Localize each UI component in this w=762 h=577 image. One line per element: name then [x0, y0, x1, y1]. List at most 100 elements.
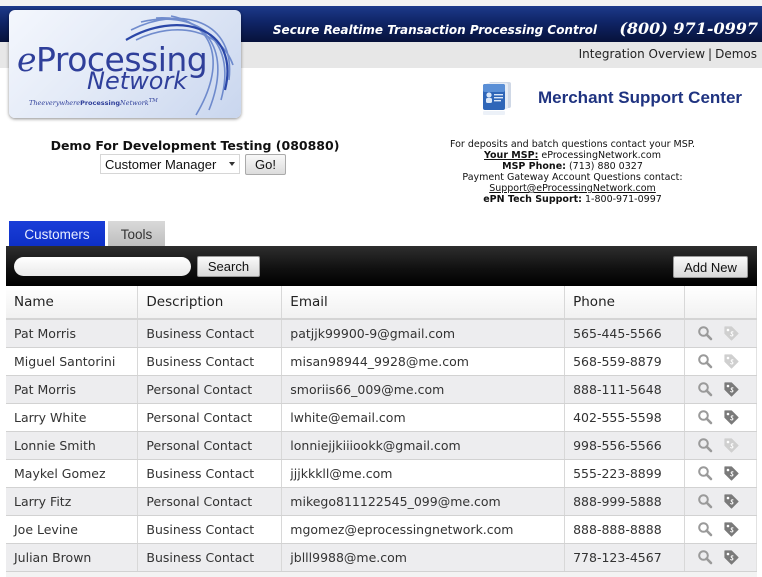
cell-name: Julian Brown	[6, 543, 139, 572]
contact-info: For deposits and batch questions contact…	[405, 139, 740, 205]
table-row[interactable]: Joe Levine Business Contact mgomez@eproces…	[6, 515, 757, 544]
column-header-name[interactable]: Name	[6, 286, 139, 320]
price-tag-icon[interactable]	[723, 353, 739, 369]
view-magnifier-icon[interactable]	[697, 353, 713, 369]
chevron-down-icon	[229, 162, 235, 166]
table-row[interactable]: Larry Fitz Personal Contact mikego81112254…	[6, 487, 757, 516]
logo-line2: Network	[87, 67, 188, 95]
msp-phone-label: MSP Phone:	[502, 161, 566, 172]
table-row[interactable]: Miguel Santorini Business Contact misan989…	[6, 347, 757, 376]
cell-phone: 888-888-8888	[564, 515, 686, 544]
tech-support-label: ePN Tech Support:	[483, 194, 582, 205]
cell-name: Joe Levine	[6, 515, 139, 544]
price-tag-icon[interactable]	[723, 521, 739, 537]
customers-table: Name Description Email Phone Pat Morris B…	[6, 286, 757, 572]
column-header-actions	[684, 286, 757, 320]
row-actions	[693, 521, 756, 537]
cell-phone: 402-555-5598	[564, 403, 686, 432]
cell-actions	[684, 403, 757, 432]
cell-actions	[684, 459, 757, 488]
column-header-description[interactable]: Description	[137, 286, 283, 320]
cell-phone: 565-445-5566	[564, 319, 686, 348]
cell-phone: 998-556-5566	[564, 431, 686, 460]
view-magnifier-icon[interactable]	[697, 325, 713, 341]
demos-link[interactable]: Demos	[715, 47, 757, 61]
cell-actions	[684, 347, 757, 376]
price-tag-icon[interactable]	[723, 325, 739, 341]
cell-phone: 778-123-4567	[564, 543, 686, 572]
cell-email: lwhite@email.com	[281, 403, 566, 432]
view-magnifier-icon[interactable]	[697, 521, 713, 537]
price-tag-icon[interactable]	[723, 409, 739, 425]
contact-line1: For deposits and batch questions contact…	[449, 139, 696, 150]
cell-email: lonniejjkiiiookk@gmail.com	[281, 431, 566, 460]
table-row[interactable]: Lonnie Smith Personal Contact lonniejjkiii…	[6, 431, 757, 460]
table-row[interactable]: Pat Morris Personal Contact smoriis66_009@…	[6, 375, 757, 404]
cell-phone: 888-111-5648	[564, 375, 686, 404]
view-magnifier-icon[interactable]	[697, 381, 713, 397]
column-header-email[interactable]: Email	[281, 286, 566, 320]
table-row[interactable]: Pat Morris Business Contact patjjk99900-9@…	[6, 319, 757, 348]
msp-phone-value: (713) 880 0327	[568, 161, 643, 172]
cell-email: jblll9988@me.com	[281, 543, 566, 572]
add-new-button[interactable]: Add New	[673, 256, 748, 278]
merchant-support-center-title: Merchant Support Center	[538, 88, 743, 107]
search-button[interactable]: Search	[197, 256, 260, 277]
row-actions	[693, 549, 756, 565]
cell-email: patjjk99900-9@gmail.com	[281, 319, 566, 348]
logo-slogan: TheeverywhereProcessingNetworkTM	[29, 98, 158, 108]
table-header-row: Name Description Email Phone	[6, 286, 757, 320]
view-magnifier-icon[interactable]	[697, 409, 713, 425]
price-tag-icon[interactable]	[723, 493, 739, 509]
cell-description: Business Contact	[137, 515, 283, 544]
module-select-value: Customer Manager	[105, 156, 217, 172]
eprocessing-network-logo[interactable]: eProcessing Network TheeverywhereProcess…	[9, 10, 241, 118]
price-tag-icon[interactable]	[723, 381, 739, 397]
cell-actions	[684, 319, 757, 348]
cell-email: misan98944_9928@me.com	[281, 347, 566, 376]
gateway-line: Payment Gateway Account Questions contac…	[462, 172, 683, 183]
header-tagline: Secure Realtime Transaction Processing C…	[272, 23, 597, 37]
tab-tools[interactable]: Tools	[108, 221, 165, 247]
search-input[interactable]	[14, 257, 191, 276]
cell-actions	[684, 543, 757, 572]
cell-actions	[684, 487, 757, 516]
cell-phone: 888-999-5888	[564, 487, 686, 516]
row-actions	[693, 437, 756, 453]
cell-email: smoriis66_009@me.com	[281, 375, 566, 404]
top-links: Integration Overview | Demos	[579, 47, 757, 61]
price-tag-icon[interactable]	[723, 437, 739, 453]
cell-description: Personal Contact	[137, 487, 283, 516]
column-header-phone[interactable]: Phone	[564, 286, 686, 320]
price-tag-icon[interactable]	[723, 549, 739, 565]
view-magnifier-icon[interactable]	[697, 465, 713, 481]
cell-email: mikego811122545_099@me.com	[281, 487, 566, 516]
table-row[interactable]: Maykel Gomez Business Contact jjjkkkll@me.…	[6, 459, 757, 488]
msp-value: eProcessingNetwork.com	[541, 150, 661, 161]
account-title: Demo For Development Testing (080880)	[50, 138, 340, 153]
cell-description: Business Contact	[137, 543, 283, 572]
module-select[interactable]: Customer Manager	[100, 154, 240, 174]
cell-description: Business Contact	[137, 347, 283, 376]
cell-phone: 568-559-8879	[564, 347, 686, 376]
go-button[interactable]: Go!	[245, 154, 286, 175]
tab-customers[interactable]: Customers	[9, 221, 105, 247]
integration-overview-link[interactable]: Integration Overview	[579, 47, 705, 61]
table-row[interactable]: Julian Brown Business Contact jblll9988@me…	[6, 543, 757, 572]
row-actions	[693, 381, 756, 397]
cell-description: Business Contact	[137, 319, 283, 348]
msp-line: Your MSP: eProcessingNetwork.com	[405, 150, 740, 161]
tab-bar: Customers Tools	[9, 221, 165, 247]
table-row[interactable]: Larry White Personal Contact lwhite@email.…	[6, 403, 757, 432]
view-magnifier-icon[interactable]	[697, 437, 713, 453]
cell-email: mgomez@eprocessingnetwork.com	[281, 515, 566, 544]
cell-actions	[684, 515, 757, 544]
view-magnifier-icon[interactable]	[697, 493, 713, 509]
support-email-link[interactable]: Support@eProcessingNetwork.com	[489, 183, 656, 194]
cell-description: Business Contact	[137, 459, 283, 488]
row-actions	[693, 465, 756, 481]
price-tag-icon[interactable]	[723, 465, 739, 481]
id-card-icon	[481, 80, 515, 116]
view-magnifier-icon[interactable]	[697, 549, 713, 565]
table-footer	[6, 572, 757, 577]
